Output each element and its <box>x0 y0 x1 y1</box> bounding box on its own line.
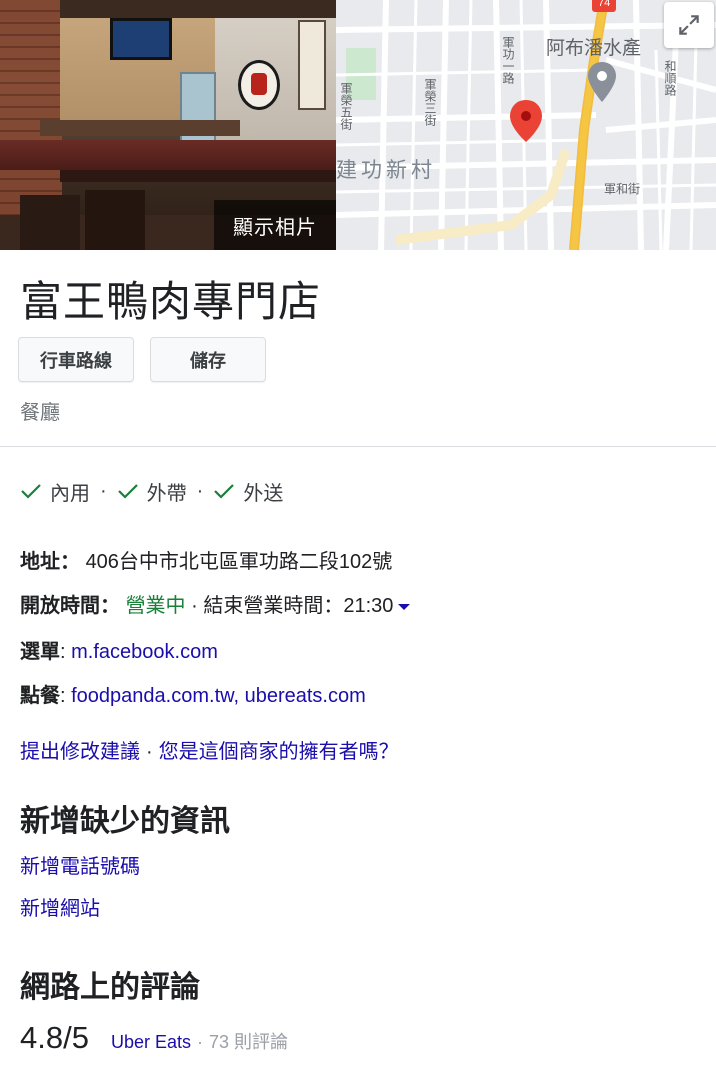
photo-counter <box>40 120 240 136</box>
edit-links: 提出修改建議 · 您是這個商家的擁有者嗎？ <box>20 741 399 763</box>
hours-row: 開放時間： 營業中 · 結束營業時間：21:30 <box>20 589 411 618</box>
map-poi-label: 阿布潘水產 <box>546 38 642 59</box>
service-options: 內用 · 外帶 · 外送 <box>20 476 283 506</box>
order-links[interactable]: foodpanda.com.tw, ubereats.com <box>71 685 366 707</box>
check-icon <box>117 482 139 500</box>
add-website-link[interactable]: 新增網站 <box>20 892 100 921</box>
photo-wall-logo <box>238 60 280 110</box>
expand-icon <box>679 15 699 35</box>
map-district-label: 建功新村 <box>336 159 436 182</box>
service-delivery: 外送 <box>243 482 284 505</box>
add-phone-link[interactable]: 新增電話號碼 <box>20 850 140 879</box>
expand-map-button[interactable] <box>664 2 714 48</box>
show-photos-button[interactable]: 顯示相片 <box>214 200 336 250</box>
business-name: 富王鴨肉專門店 <box>20 278 322 325</box>
suggest-edit-link[interactable]: 提出修改建議 <box>20 741 140 763</box>
directions-button[interactable]: 行車路線 <box>18 337 134 382</box>
menu-row: 選單: m.facebook.com <box>20 641 218 663</box>
hours-label: 開放時間 <box>20 595 100 617</box>
restaurant-photo[interactable]: 顯示相片 <box>0 0 336 250</box>
address-value: 406台中市北屯區軍功路二段102號 <box>85 551 393 573</box>
reviews-heading: 網路上的評論 <box>20 971 200 1004</box>
media-strip: 顯示相片 74 阿布潘水產 建功新村 軍榮五街 軍榮三街 軍功一路 和順路 軍和… <box>0 0 716 250</box>
missing-info-heading: 新增缺少的資訊 <box>20 805 230 838</box>
order-label: 點餐 <box>20 685 60 707</box>
owner-claim-link[interactable]: 您是這個商家的擁有者嗎？ <box>159 741 399 763</box>
map-street-label: 軍榮五街 <box>339 82 353 130</box>
map-thumbnail[interactable]: 74 阿布潘水產 建功新村 軍榮五街 軍榮三街 軍功一路 和順路 軍和街 <box>336 0 716 250</box>
open-status: 營業中 <box>125 595 186 617</box>
review-summary: 4.8/5 Uber Eats · 73 則評論 <box>20 1020 288 1056</box>
photo-wall-scroll <box>298 20 326 110</box>
save-button[interactable]: 儲存 <box>150 337 266 382</box>
closing-time[interactable]: 結束營業時間：21:30 <box>203 595 393 617</box>
check-icon <box>213 482 235 500</box>
photo-tv <box>110 18 172 60</box>
service-takeout: 外帶 <box>146 482 187 505</box>
map-street-label: 和順路 <box>663 60 677 96</box>
review-count: 73 則評論 <box>209 1032 289 1052</box>
separator-dot: · <box>100 479 107 502</box>
photo-table-edge <box>60 170 336 182</box>
menu-label: 選單 <box>20 641 60 663</box>
address-row: 地址： 406台中市北屯區軍功路二段102號 <box>20 551 393 573</box>
business-category: 餐廳 <box>20 402 60 424</box>
check-icon <box>20 482 42 500</box>
service-dine-in: 內用 <box>50 482 90 505</box>
photo-table <box>0 140 336 170</box>
divider <box>0 446 716 447</box>
chevron-down-icon[interactable] <box>398 603 411 610</box>
photo-stool <box>85 190 145 250</box>
separator-dot: · <box>197 1032 203 1052</box>
map-street-label: 軍和街 <box>604 182 641 196</box>
review-source-link[interactable]: Uber Eats <box>111 1032 191 1053</box>
map-road-number: 74 <box>598 0 611 9</box>
menu-link[interactable]: m.facebook.com <box>71 641 218 663</box>
map-street-label: 軍榮三街 <box>423 78 437 126</box>
order-row: 點餐: foodpanda.com.tw, ubereats.com <box>20 685 366 707</box>
map-roads <box>336 0 716 250</box>
map-street-label: 軍功一路 <box>501 36 515 84</box>
photo-stool <box>20 195 80 250</box>
photo-ceiling <box>60 0 336 18</box>
separator-dot: · <box>196 479 204 502</box>
address-label: 地址 <box>20 551 60 573</box>
rating-value: 4.8/5 <box>20 1020 89 1055</box>
